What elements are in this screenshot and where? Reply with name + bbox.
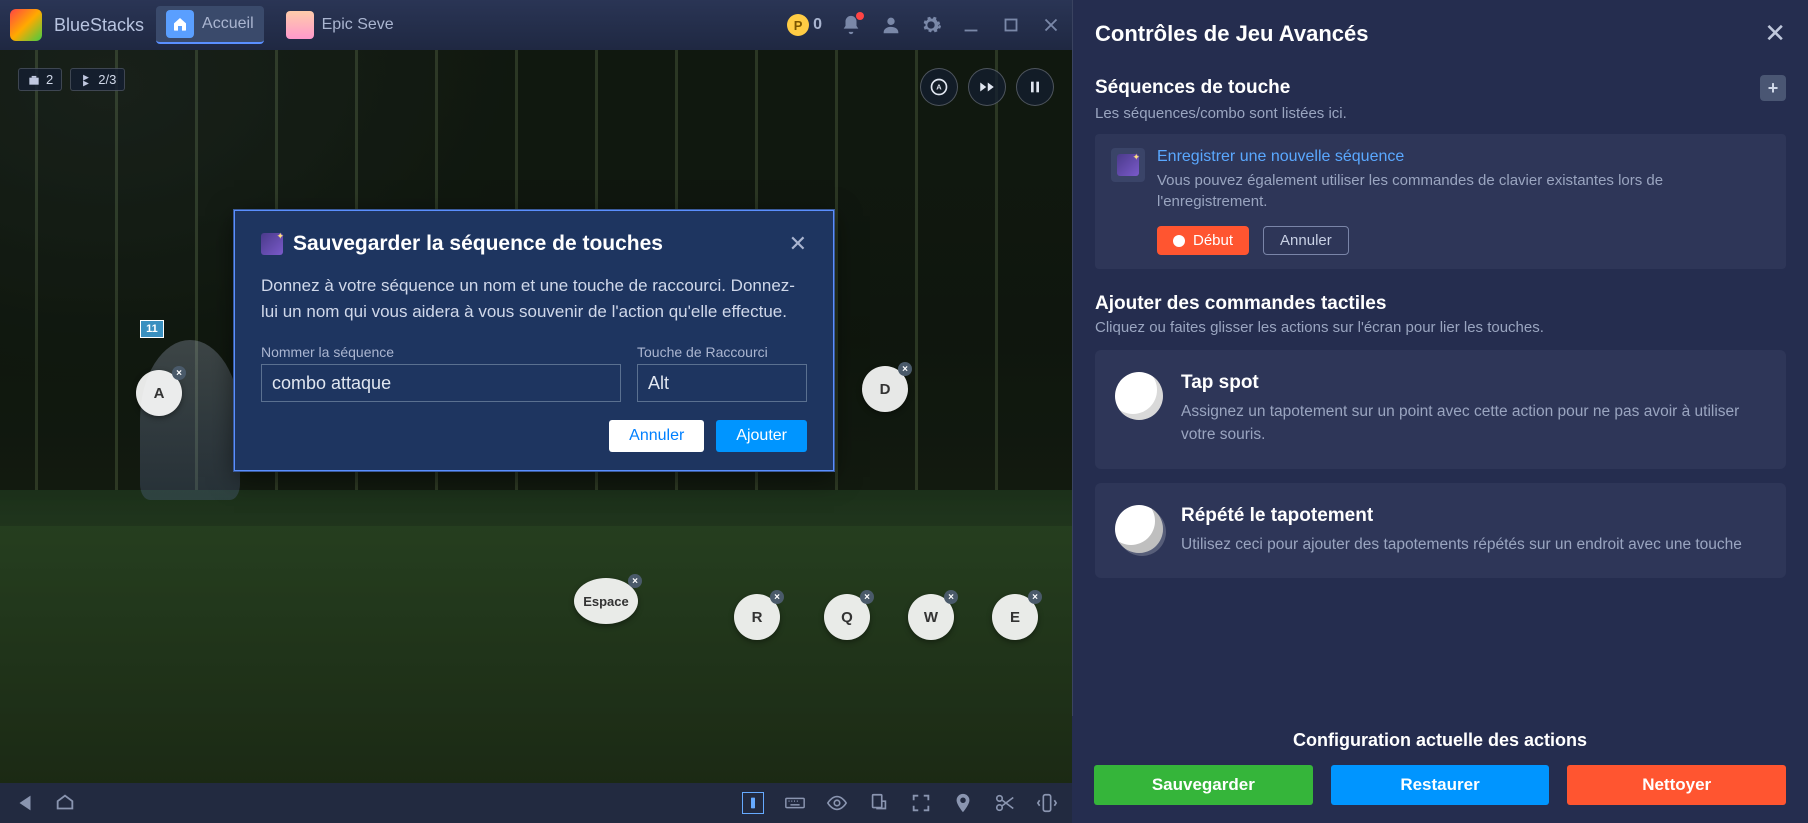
- panel-title: Contrôles de Jeu Avancés: [1095, 21, 1368, 47]
- shortcut-key-input[interactable]: [637, 364, 807, 402]
- tab-epic-seven[interactable]: Epic Seve: [276, 6, 404, 44]
- dialog-description: Donnez à votre séquence un nom et une to…: [261, 273, 807, 324]
- repeat-tap-description: Utilisez ceci pour ajouter des tapotemen…: [1181, 533, 1742, 556]
- coin-icon: P: [787, 14, 809, 36]
- pause-button[interactable]: [1016, 68, 1054, 106]
- close-icon[interactable]: ×: [770, 590, 784, 604]
- coin-balance[interactable]: P 0: [787, 14, 822, 36]
- key-spot-r[interactable]: R×: [734, 594, 780, 640]
- repeat-tap-title: Répété le tapotement: [1181, 505, 1742, 527]
- record-sequence-link[interactable]: Enregistrer une nouvelle séquence: [1157, 148, 1770, 166]
- key-spot-q[interactable]: Q×: [824, 594, 870, 640]
- cancel-button[interactable]: Annuler: [609, 420, 704, 452]
- bottom-toolbar: [0, 783, 1072, 823]
- key-spot-d[interactable]: D×: [862, 366, 908, 412]
- tab-label: Accueil: [202, 15, 254, 33]
- gear-icon[interactable]: [920, 14, 942, 36]
- save-sequence-dialog: Sauvegarder la séquence de touches ✕ Don…: [234, 210, 834, 471]
- record-description: Vous pouvez également utiliser les comma…: [1157, 170, 1770, 212]
- back-icon[interactable]: [14, 792, 36, 814]
- key-spot-space[interactable]: Espace×: [574, 578, 638, 624]
- wave-chip[interactable]: 2/3: [70, 68, 125, 91]
- close-icon[interactable]: ✕: [789, 231, 807, 257]
- character-sprite: [140, 340, 240, 500]
- tap-spot-description: Assignez un tapotement sur un point avec…: [1181, 400, 1766, 447]
- home-icon[interactable]: [54, 792, 76, 814]
- eye-icon[interactable]: [826, 792, 848, 814]
- add-sequence-button[interactable]: +: [1760, 75, 1786, 101]
- save-button[interactable]: Sauvegarder: [1094, 765, 1313, 805]
- close-icon[interactable]: ✕: [1764, 18, 1786, 49]
- tactile-subtitle: Cliquez ou faites glisser les actions su…: [1095, 319, 1786, 336]
- game-viewport[interactable]: 2 2/3 A 11 A× D× Espace× R× Q× W× E×: [0, 50, 1072, 783]
- party-chip[interactable]: 2: [18, 68, 62, 91]
- game-icon: [286, 11, 314, 39]
- hud-top-right: A: [920, 68, 1054, 106]
- sequences-subtitle: Les séquences/combo sont listées ici.: [1095, 105, 1786, 122]
- notification-dot: [856, 12, 864, 20]
- config-title: Configuration actuelle des actions: [1094, 730, 1786, 751]
- sequence-name-input[interactable]: [261, 364, 621, 402]
- speed-button[interactable]: [968, 68, 1006, 106]
- location-icon[interactable]: [952, 792, 974, 814]
- close-icon[interactable]: ×: [172, 366, 186, 380]
- shake-icon[interactable]: [1036, 792, 1058, 814]
- home-icon: [166, 10, 194, 38]
- record-dot-icon: [1173, 235, 1185, 247]
- hud-top-left: 2 2/3: [18, 68, 125, 91]
- close-icon[interactable]: ×: [944, 590, 958, 604]
- restore-button[interactable]: Restaurer: [1331, 765, 1550, 805]
- shortcut-label: Touche de Raccourci: [637, 344, 807, 360]
- svg-text:A: A: [936, 83, 942, 92]
- clean-button[interactable]: Nettoyer: [1567, 765, 1786, 805]
- character-level: 11: [140, 320, 164, 338]
- close-icon[interactable]: [1040, 14, 1062, 36]
- record-sequence-card: Enregistrer une nouvelle séquence Vous p…: [1095, 134, 1786, 269]
- tactile-title: Ajouter des commandes tactiles: [1095, 293, 1786, 315]
- wand-icon: [261, 233, 283, 255]
- record-start-button[interactable]: Début: [1157, 226, 1249, 255]
- tap-spot-icon: [1115, 372, 1163, 420]
- tab-home[interactable]: Accueil: [156, 6, 264, 44]
- add-button[interactable]: Ajouter: [716, 420, 807, 452]
- tap-spot-card[interactable]: Tap spot Assignez un tapotement sur un p…: [1095, 350, 1786, 469]
- bell-icon[interactable]: [840, 14, 862, 36]
- dialog-title: Sauvegarder la séquence de touches: [293, 232, 663, 256]
- close-icon[interactable]: ×: [898, 362, 912, 376]
- tap-spot-title: Tap spot: [1181, 372, 1766, 394]
- bluestacks-logo: [10, 9, 42, 41]
- advanced-controls-panel: Contrôles de Jeu Avancés ✕ Séquences de …: [1072, 0, 1808, 823]
- app-name: BlueStacks: [54, 15, 144, 36]
- auto-button[interactable]: A: [920, 68, 958, 106]
- key-spot-e[interactable]: E×: [992, 594, 1038, 640]
- tab-label: Epic Seve: [322, 16, 394, 34]
- fullscreen-icon[interactable]: [910, 792, 932, 814]
- sequences-title: Séquences de touche: [1095, 77, 1290, 99]
- account-icon[interactable]: [880, 14, 902, 36]
- minimize-icon[interactable]: [960, 14, 982, 36]
- panel-footer: Configuration actuelle des actions Sauve…: [1072, 716, 1808, 823]
- close-icon[interactable]: ×: [1028, 590, 1042, 604]
- close-icon[interactable]: ×: [860, 590, 874, 604]
- close-icon[interactable]: ×: [628, 574, 642, 588]
- rotation-lock-icon[interactable]: [742, 792, 764, 814]
- repeat-tap-card[interactable]: Répété le tapotement Utilisez ceci pour …: [1095, 483, 1786, 578]
- record-cancel-button[interactable]: Annuler: [1263, 226, 1349, 255]
- keyboard-icon[interactable]: [784, 792, 806, 814]
- key-spot-w[interactable]: W×: [908, 594, 954, 640]
- maximize-icon[interactable]: [1000, 14, 1022, 36]
- name-label: Nommer la séquence: [261, 344, 621, 360]
- titlebar: BlueStacks Accueil Epic Seve P 0: [0, 0, 1072, 50]
- repeat-tap-icon: [1115, 505, 1163, 553]
- scissors-icon[interactable]: [994, 792, 1016, 814]
- install-apk-icon[interactable]: [868, 792, 890, 814]
- wand-icon: [1111, 148, 1145, 182]
- key-spot-a[interactable]: A×: [136, 370, 182, 416]
